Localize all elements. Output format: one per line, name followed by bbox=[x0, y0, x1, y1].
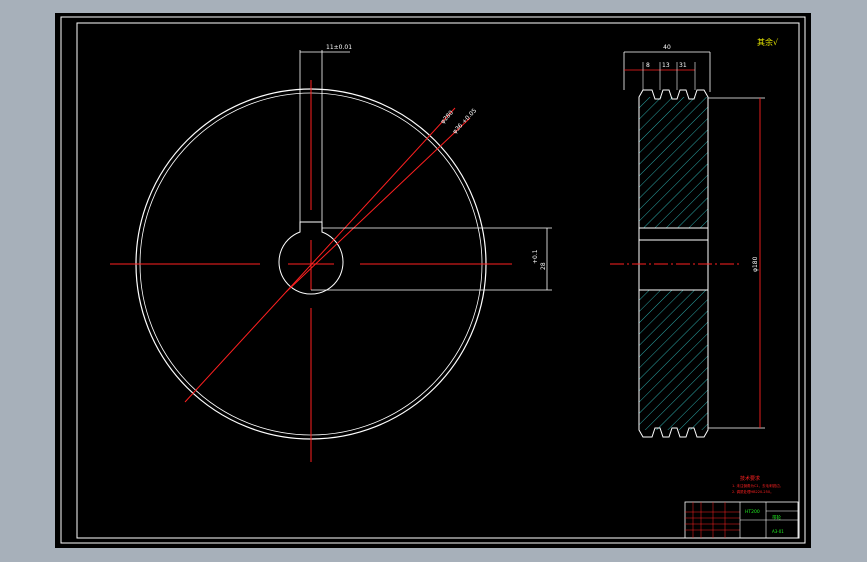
tb-material: HT200 bbox=[745, 509, 760, 515]
hatch-upper bbox=[639, 97, 708, 228]
groove-dim-1: 8 bbox=[646, 62, 650, 69]
dia-dim-text: φ180 bbox=[752, 256, 759, 272]
cad-viewport[interactable]: 其余√ 11±0.01 φ280 φ36 +0.05 +0.1 28 40 8 … bbox=[0, 0, 867, 562]
hatch-lower bbox=[639, 290, 708, 430]
notes-line-2: 2. 调质处理HB220-250。 bbox=[732, 489, 774, 494]
tb-drawing-no: A3-01 bbox=[772, 529, 784, 534]
width-dim-text: 40 bbox=[663, 44, 671, 51]
keyway-dim-text: 11±0.01 bbox=[326, 44, 352, 51]
notes-line-1: 1. 未注倒角为C1，去毛刺锐边。 bbox=[732, 483, 783, 488]
drawing-canvas[interactable]: 其余√ 11±0.01 φ280 φ36 +0.05 +0.1 28 40 8 … bbox=[0, 0, 867, 562]
groove-dim-3: 31 bbox=[679, 62, 687, 69]
tb-part-name: 带轮 bbox=[772, 514, 781, 521]
notes-title: 技术要求 bbox=[740, 475, 760, 482]
roughness-mark: 其余√ bbox=[757, 37, 779, 47]
groove-dim-2: 13 bbox=[662, 62, 670, 69]
drawing-sheet bbox=[55, 13, 811, 548]
side-dim-text2: 28 bbox=[540, 262, 547, 270]
side-dim-text: +0.1 bbox=[532, 249, 539, 264]
